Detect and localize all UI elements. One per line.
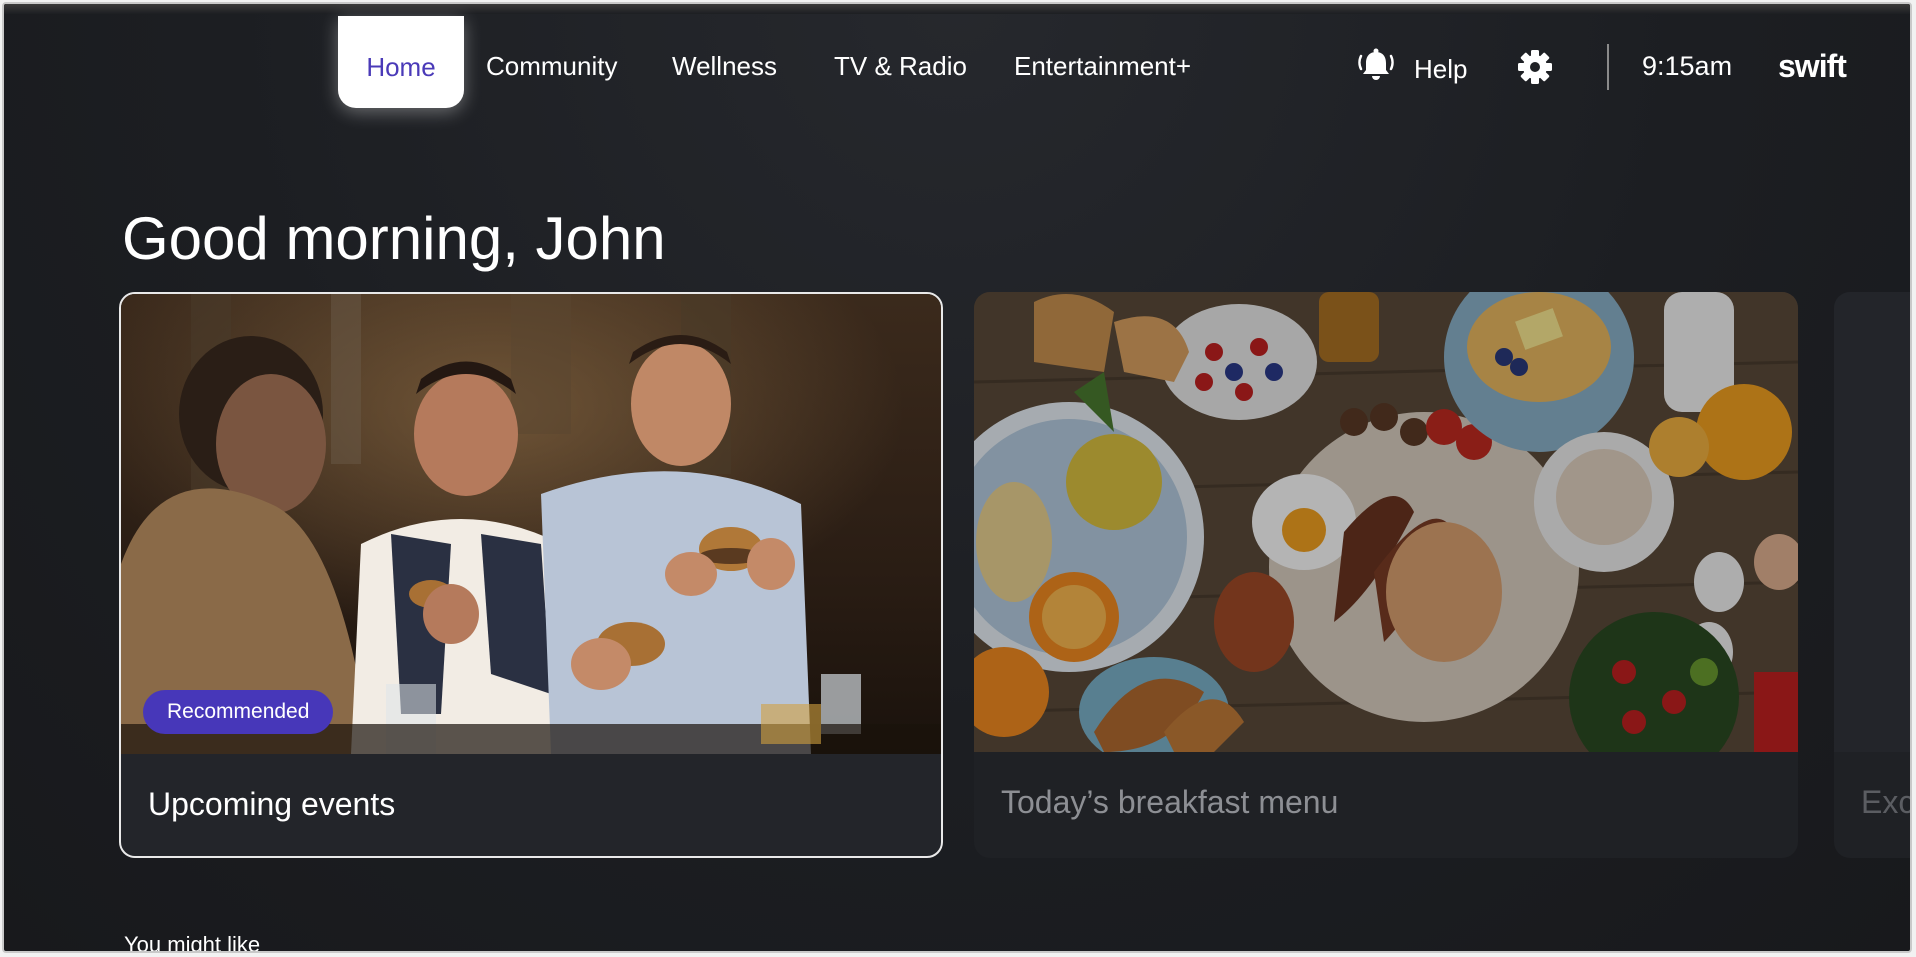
clock: 9:15am [1642, 51, 1733, 81]
help-link[interactable]: Help [1414, 54, 1467, 85]
recommended-badge-label: Recommended [167, 700, 310, 723]
tab-entertainment-label: Entertainment+ [1014, 51, 1192, 81]
partial-card-photo [1834, 292, 1910, 752]
breakfast-table-photo [974, 292, 1798, 752]
tab-wellness[interactable]: Wellness [672, 51, 777, 82]
tab-home[interactable]: Home [338, 16, 464, 108]
card-title: Upcoming events [148, 786, 396, 822]
tab-community[interactable]: Community [486, 51, 617, 82]
tab-wellness-label: Wellness [672, 51, 778, 81]
card-upcoming-events[interactable]: Recommended Upcoming events [119, 292, 943, 858]
bell-ringing-icon[interactable] [1356, 46, 1396, 84]
gear-icon[interactable] [1516, 48, 1554, 86]
tab-community-label: Community [486, 51, 618, 81]
recommended-badge: Recommended [143, 690, 334, 734]
card-partial[interactable]: Exc [1834, 292, 1912, 858]
tab-entertainment[interactable]: Entertainment+ [1014, 51, 1191, 82]
nav-divider [1607, 44, 1609, 90]
card-title: Today’s breakfast menu [1001, 784, 1339, 820]
section-title: You might like [124, 932, 261, 953]
tab-tv-radio-label: TV & Radio [834, 51, 967, 81]
page-title: Good morning, John [122, 205, 666, 272]
tab-tv-radio[interactable]: TV & Radio [834, 51, 967, 82]
card-title: Exc [1861, 784, 1912, 820]
friends-eating-burgers-photo: Recommended [121, 294, 941, 754]
tab-home-label: Home [366, 51, 436, 82]
tv-screen: Home Community Wellness TV & Radio Enter… [2, 2, 1912, 953]
card-breakfast-menu[interactable]: Today’s breakfast menu [974, 292, 1798, 858]
swift-logo: swift [1778, 48, 1847, 84]
help-label: Help [1414, 54, 1468, 84]
top-edge [4, 4, 1910, 14]
